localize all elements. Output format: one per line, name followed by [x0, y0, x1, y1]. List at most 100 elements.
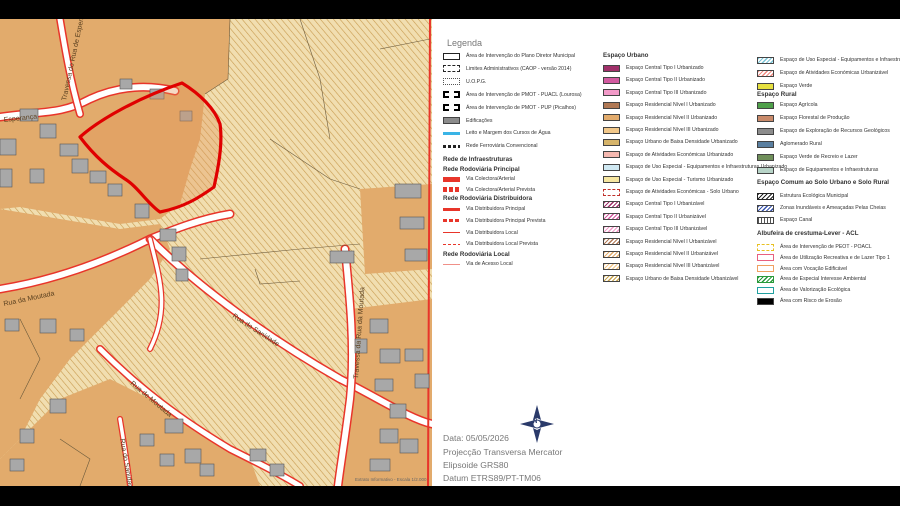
map-ellipsoid: Elipsoide GRS80 — [443, 460, 509, 470]
legend-swatch — [443, 243, 460, 246]
legend-item: Zonas Inundáveis e Ameaçadas Pelas Cheia… — [757, 203, 886, 213]
legend-panel: Legenda Área de Intervenção do Plano Dir… — [432, 19, 900, 486]
legend-item-label: Espaço de Uso Especial - Equipamentos e … — [780, 57, 900, 63]
legend-item-label: Área de Utilização Recreativa e de Lazer… — [780, 254, 890, 261]
map-datum: Datum ETRS89/PT-TM06 — [443, 473, 541, 483]
legend-item-label: Espaço Central Tipo I Urbanizável — [626, 201, 705, 208]
legend-item-label: Aglomerado Rural — [780, 141, 822, 147]
legend-title: Legenda — [447, 38, 483, 48]
legend-item: Via Distribuidora Local Prevista — [443, 239, 538, 249]
legend-item-label: Espaço Central Tipo III Urbanizado — [626, 89, 707, 96]
legend-swatch — [603, 238, 620, 246]
legend-swatch — [603, 213, 620, 221]
legend-swatch — [603, 225, 620, 233]
legend-item: Espaço Residencial Nível II Urbanizável — [603, 249, 718, 259]
legend-swatch — [757, 101, 774, 109]
legend-item: Edificações — [443, 116, 493, 126]
legend-item: Via Colectora/Arterial — [443, 174, 515, 184]
legend-swatch — [757, 265, 774, 273]
legend-head-urbano: Espaço Urbano — [603, 52, 649, 59]
legend-item: Rede Ferroviária Convencional — [443, 141, 538, 151]
legend-head-acl: Albufeira de crestuma-Lever - ACL — [757, 230, 859, 237]
legend-item-label: Via Distribuidora Principal Prevista — [466, 217, 546, 224]
legend-item: Via Distribuidora Principal Prevista — [443, 216, 545, 226]
legend-item: Espaço Central Tipo II Urbanizado — [603, 75, 705, 85]
legend-swatch — [757, 254, 774, 262]
legend-swatch — [603, 76, 620, 84]
legend-swatch — [757, 127, 774, 135]
legend-item: Espaço Residencial Nível III Urbanizado — [603, 125, 719, 135]
legend-item: Espaço Florestal de Produção — [757, 113, 850, 123]
zoning-map[interactable]: Travessa do Rua de Esperança Esperança R… — [0, 19, 432, 486]
legend-swatch — [603, 163, 620, 171]
map-panel[interactable]: Travessa do Rua de Esperança Esperança R… — [0, 19, 432, 486]
legend-head-local: Rede Rodoviária Local — [443, 251, 510, 258]
legend-item: Via Distribuidora Local — [443, 228, 518, 238]
legend-item: Espaço de Atividades Económicas Urbaniza… — [603, 150, 733, 160]
legend-item-label: Via de Acesso Local — [466, 261, 513, 267]
legend-swatch — [603, 114, 620, 122]
legend-swatch — [757, 82, 774, 90]
legend-swatch — [443, 231, 460, 234]
legend-swatch — [443, 104, 460, 112]
legend-swatch — [603, 176, 620, 184]
legend-item-label: Espaço Residencial Nível III Urbanizável — [626, 263, 720, 270]
legend-swatch — [443, 263, 460, 265]
legend-item: Via Colectora/Arterial Prevista — [443, 185, 535, 195]
legend-item: Espaço Verde de Recreio e Lazer — [757, 152, 858, 162]
legend-item-label: Espaço de Atividades Económicas Urbanizá… — [780, 70, 889, 76]
legend-item: Área de Intervenção de PMOT - PUACL (Lou… — [443, 90, 582, 100]
legend-item: Via de Acesso Local — [443, 259, 513, 269]
legend-item-label: Via Distribuidora Local Prevista — [466, 241, 538, 248]
legend-item: Espaço Central Tipo II Urbanizável — [603, 212, 706, 222]
legend-swatch — [443, 117, 460, 124]
legend-item-label: Via Colectora/Arterial Prevista — [466, 186, 536, 193]
legend-swatch — [757, 192, 774, 200]
legend-swatch — [757, 56, 774, 64]
legend-swatch — [603, 101, 620, 109]
legend-swatch — [757, 114, 774, 122]
legend-item: Área de Utilização Recreativa e de Lazer… — [757, 253, 890, 263]
legend-item-label: Espaço Agrícola — [780, 102, 818, 108]
legend-swatch — [603, 262, 620, 270]
legend-swatch — [443, 219, 460, 223]
legend-item-label: Área com Risco de Erosão — [780, 298, 842, 304]
legend-item-label: Área de Valorização Ecológica — [780, 287, 851, 294]
legend-item-label: Zonas Inundáveis e Ameaçadas Pelas Cheia… — [780, 205, 886, 211]
legend-item-label: Espaço de Atividades Económicas Urbaniza… — [626, 151, 734, 158]
legend-swatch — [757, 69, 774, 77]
legend-item: Espaço Canal — [757, 215, 812, 225]
legend-item-label: Via Colectora/Arterial — [466, 176, 515, 182]
legend-item-label: Espaço Residencial Nível II Urbanizado — [626, 114, 718, 121]
legend-item-label: Espaço de Equipamentos e Infraestruturas — [780, 167, 879, 173]
legend-swatch — [757, 286, 774, 294]
legend-item-label: Espaço Urbano de Baixa Densidade Urbaniz… — [626, 275, 739, 282]
legend-item-label: Limites Administrativos (CAOP - versão 2… — [466, 65, 572, 72]
legend-swatch — [603, 126, 620, 134]
legend-item: Área de Valorização Ecológica — [757, 285, 850, 295]
legend-swatch — [443, 78, 460, 86]
legend-swatch — [757, 216, 774, 224]
map-viewer: Travessa do Rua de Esperança Esperança R… — [0, 19, 900, 486]
legend-item: Espaço Urbano de Baixa Densidade Urbaniz… — [603, 274, 738, 284]
legend-item-label: Espaço Residencial Nível III Urbanizado — [626, 127, 719, 133]
legend-swatch — [757, 140, 774, 148]
legend-swatch — [603, 151, 620, 159]
legend-item: Espaço de Uso Especial - Turismo Urbaniz… — [603, 175, 733, 185]
legend-item-label: Espaço Residencial Nível I Urbanizável — [626, 238, 717, 245]
legend-item-label: Espaço Canal — [780, 217, 813, 223]
legend-head-principal: Rede Rodoviária Principal — [443, 166, 520, 173]
legend-swatch — [603, 275, 620, 283]
map-projection: Projecção Transversa Mercator — [443, 447, 563, 457]
legend-item: Espaço Residencial Nível II Urbanizado — [603, 113, 717, 123]
legend-item-label: Leito e Margem dos Cursos de Água — [466, 130, 551, 137]
legend-swatch — [757, 166, 774, 174]
legend-item: Área de Intervenção do Plano Diretor Mun… — [443, 51, 575, 61]
legend-item: Espaço Central Tipo III Urbanizado — [603, 88, 706, 98]
legend-swatch — [603, 138, 620, 146]
legend-item: Espaço Residencial Nível III Urbanizável — [603, 261, 719, 271]
legend-swatch — [603, 89, 620, 97]
legend-item-label: Espaço Central Tipo III Urbanizável — [626, 226, 708, 233]
legend-item-label: Área de Especial Interesse Ambiental — [780, 276, 867, 283]
legend-swatch — [443, 52, 460, 60]
